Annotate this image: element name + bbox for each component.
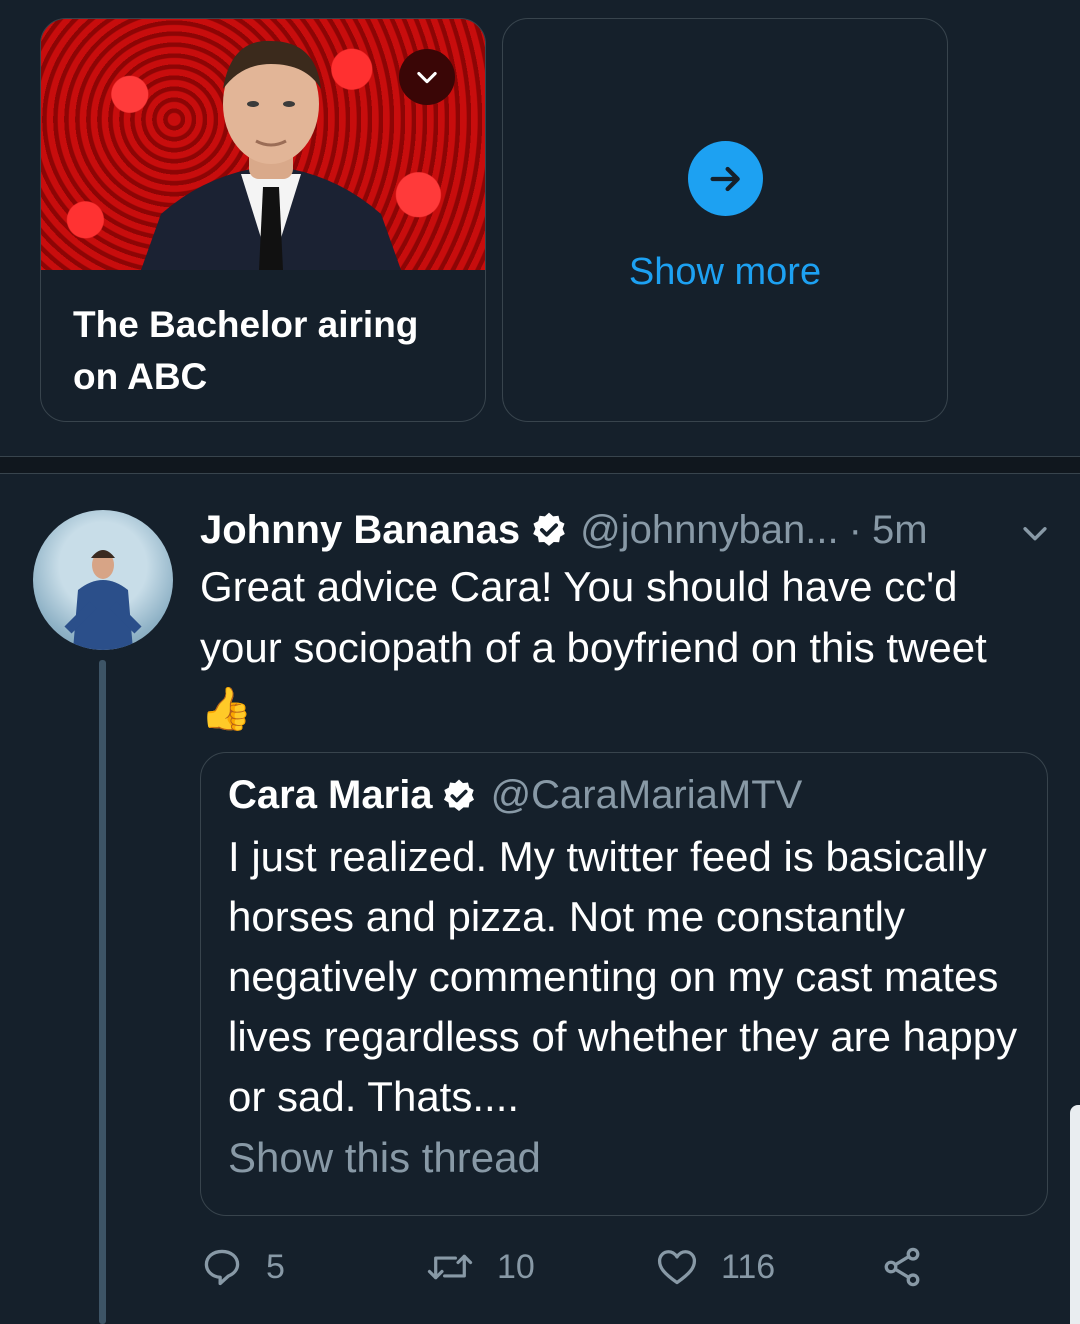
reply-button[interactable]: 5	[200, 1245, 285, 1289]
share-icon	[884, 1247, 920, 1287]
show-thread-link[interactable]: Show this thread	[228, 1134, 541, 1182]
tweet-actions: 5 10 116	[200, 1245, 960, 1299]
arrow-right-icon[interactable]	[688, 141, 763, 216]
author-handle[interactable]: @johnnyban...	[580, 508, 839, 553]
thread-line	[99, 660, 106, 1324]
card-title: The Bachelor airing on ABC	[73, 304, 419, 397]
scrollbar[interactable]	[1070, 1105, 1080, 1324]
show-more-card[interactable]: Show more	[502, 18, 948, 422]
tweet-timestamp[interactable]: 5m	[872, 508, 928, 553]
quote-author-handle[interactable]: @CaraMariaMTV	[491, 773, 803, 818]
verified-badge-icon	[443, 779, 474, 811]
like-button[interactable]: 116	[655, 1245, 775, 1289]
chevron-down-icon[interactable]	[399, 49, 455, 105]
tweet-header: Johnny Bananas @johnnyban... · 5m	[200, 505, 1050, 555]
reply-count: 5	[266, 1247, 285, 1286]
quote-author-name[interactable]: Cara Maria	[228, 773, 433, 818]
tweet-text: Great advice Cara! You should have cc'd …	[200, 556, 1040, 739]
retweet-icon	[427, 1254, 473, 1280]
card-image	[41, 19, 485, 270]
tweet-body: Great advice Cara! You should have cc'd …	[200, 563, 987, 671]
author-name[interactable]: Johnny Bananas	[200, 508, 520, 553]
avatar[interactable]	[33, 510, 173, 650]
retweet-count: 10	[497, 1247, 535, 1286]
share-button[interactable]	[880, 1245, 946, 1289]
quote-header: Cara Maria @CaraMariaMTV	[228, 773, 802, 818]
verified-badge-icon	[533, 512, 565, 546]
show-more-link[interactable]: Show more	[503, 251, 947, 294]
chevron-down-icon[interactable]	[1018, 516, 1052, 555]
like-count: 116	[721, 1247, 776, 1286]
bachelor-portrait-image	[141, 40, 401, 270]
avatar-image	[64, 550, 142, 650]
like-icon	[657, 1250, 697, 1285]
retweet-button[interactable]: 10	[425, 1245, 535, 1289]
trend-card-bachelor[interactable]: The Bachelor airing on ABC	[40, 18, 486, 422]
separator-dot: ·	[848, 507, 862, 552]
thumbs-up-emoji: 👍	[200, 685, 253, 732]
quoted-tweet[interactable]: Cara Maria @CaraMariaMTV I just realized…	[200, 752, 1048, 1216]
quote-text: I just realized. My twitter feed is basi…	[228, 833, 1018, 1120]
section-divider	[0, 456, 1080, 474]
reply-icon	[204, 1249, 240, 1286]
